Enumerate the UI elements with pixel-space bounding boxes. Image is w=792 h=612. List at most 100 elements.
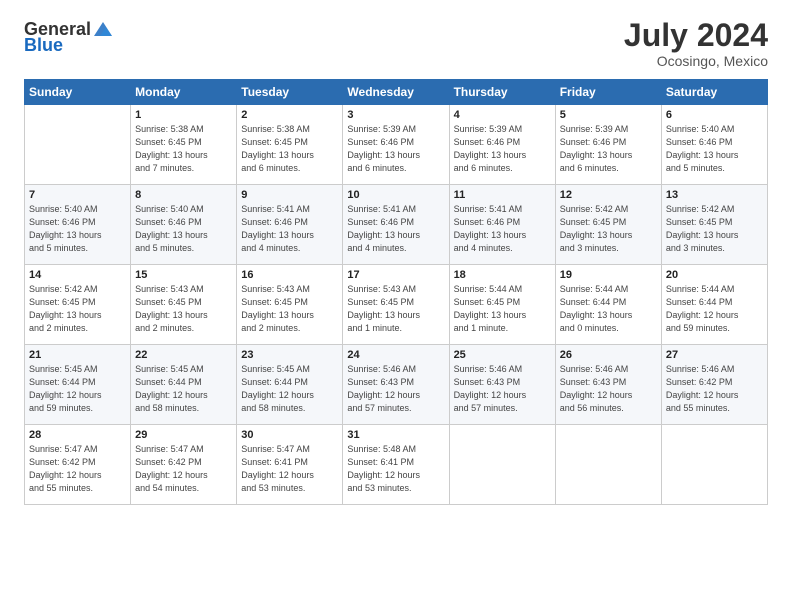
week-row-3: 14 Sunrise: 5:42 AMSunset: 6:45 PMDayligh… (25, 265, 768, 345)
calendar-cell (449, 425, 555, 505)
calendar-cell: 7 Sunrise: 5:40 AMSunset: 6:46 PMDaylight… (25, 185, 131, 265)
day-number: 31 (347, 429, 444, 441)
day-info: Sunrise: 5:44 AMSunset: 6:45 PMDaylight:… (454, 283, 551, 335)
day-info: Sunrise: 5:47 AMSunset: 6:42 PMDaylight:… (135, 443, 232, 495)
calendar-cell: 11 Sunrise: 5:41 AMSunset: 6:46 PMDayligh… (449, 185, 555, 265)
calendar-cell: 3Sunrise: 5:39 AMSunset: 6:46 PMDaylight… (343, 105, 449, 185)
calendar-cell: 13 Sunrise: 5:42 AMSunset: 6:45 PMDayligh… (661, 185, 767, 265)
calendar-cell: 30 Sunrise: 5:47 AMSunset: 6:41 PMDayligh… (237, 425, 343, 505)
week-row-2: 7 Sunrise: 5:40 AMSunset: 6:46 PMDaylight… (25, 185, 768, 265)
day-number: 27 (666, 349, 763, 361)
day-info: Sunrise: 5:45 AMSunset: 6:44 PMDaylight:… (29, 363, 126, 415)
month-year: July 2024 (624, 18, 768, 53)
calendar-cell: 15 Sunrise: 5:43 AMSunset: 6:45 PMDayligh… (131, 265, 237, 345)
day-number: 2 (241, 109, 338, 121)
calendar-cell: 16Sunrise: 5:43 AMSunset: 6:45 PMDayligh… (237, 265, 343, 345)
day-number: 13 (666, 189, 763, 201)
day-number: 25 (454, 349, 551, 361)
day-info: Sunrise: 5:42 AMSunset: 6:45 PMDaylight:… (560, 203, 657, 255)
day-number: 22 (135, 349, 232, 361)
calendar-cell: 17 Sunrise: 5:43 AMSunset: 6:45 PMDayligh… (343, 265, 449, 345)
day-number: 14 (29, 269, 126, 281)
day-header-thursday: Thursday (449, 80, 555, 105)
calendar-cell: 29 Sunrise: 5:47 AMSunset: 6:42 PMDayligh… (131, 425, 237, 505)
day-info: Sunrise: 5:41 AMSunset: 6:46 PMDaylight:… (454, 203, 551, 255)
day-header-tuesday: Tuesday (237, 80, 343, 105)
day-info: Sunrise: 5:40 AMSunset: 6:46 PMDaylight:… (666, 123, 763, 175)
day-number: 3 (347, 109, 444, 121)
day-number: 6 (666, 109, 763, 121)
day-number: 18 (454, 269, 551, 281)
calendar-cell: 2Sunrise: 5:38 AMSunset: 6:45 PMDaylight… (237, 105, 343, 185)
day-info: Sunrise: 5:41 AMSunset: 6:46 PMDaylight:… (241, 203, 338, 255)
calendar-cell: 26 Sunrise: 5:46 AMSunset: 6:43 PMDayligh… (555, 345, 661, 425)
title-block: July 2024 Ocosingo, Mexico (624, 18, 768, 69)
day-number: 15 (135, 269, 232, 281)
calendar-cell: 20 Sunrise: 5:44 AMSunset: 6:44 PMDayligh… (661, 265, 767, 345)
header-row: SundayMondayTuesdayWednesdayThursdayFrid… (25, 80, 768, 105)
day-number: 17 (347, 269, 444, 281)
calendar-cell: 19Sunrise: 5:44 AMSunset: 6:44 PMDayligh… (555, 265, 661, 345)
logo-icon (92, 18, 114, 40)
calendar-cell: 21Sunrise: 5:45 AMSunset: 6:44 PMDayligh… (25, 345, 131, 425)
day-info: Sunrise: 5:45 AMSunset: 6:44 PMDaylight:… (135, 363, 232, 415)
day-info: Sunrise: 5:46 AMSunset: 6:43 PMDaylight:… (454, 363, 551, 415)
day-number: 20 (666, 269, 763, 281)
day-number: 7 (29, 189, 126, 201)
day-info: Sunrise: 5:48 AMSunset: 6:41 PMDaylight:… (347, 443, 444, 495)
day-info: Sunrise: 5:44 AMSunset: 6:44 PMDaylight:… (666, 283, 763, 335)
calendar-cell (25, 105, 131, 185)
day-number: 1 (135, 109, 232, 121)
calendar-cell: 12 Sunrise: 5:42 AMSunset: 6:45 PMDayligh… (555, 185, 661, 265)
day-number: 26 (560, 349, 657, 361)
day-info: Sunrise: 5:40 AMSunset: 6:46 PMDaylight:… (135, 203, 232, 255)
page: General Blue July 2024 Ocosingo, Mexico … (0, 0, 792, 612)
week-row-1: 1 Sunrise: 5:38 AMSunset: 6:45 PMDaylight… (25, 105, 768, 185)
day-header-friday: Friday (555, 80, 661, 105)
day-info: Sunrise: 5:43 AMSunset: 6:45 PMDaylight:… (347, 283, 444, 335)
location: Ocosingo, Mexico (624, 53, 768, 69)
day-info: Sunrise: 5:43 AMSunset: 6:45 PMDaylight:… (241, 283, 338, 335)
calendar-cell: 14 Sunrise: 5:42 AMSunset: 6:45 PMDayligh… (25, 265, 131, 345)
day-info: Sunrise: 5:46 AMSunset: 6:42 PMDaylight:… (666, 363, 763, 415)
day-header-saturday: Saturday (661, 80, 767, 105)
day-header-sunday: Sunday (25, 80, 131, 105)
day-info: Sunrise: 5:46 AMSunset: 6:43 PMDaylight:… (560, 363, 657, 415)
calendar-cell: 25 Sunrise: 5:46 AMSunset: 6:43 PMDayligh… (449, 345, 555, 425)
day-info: Sunrise: 5:43 AMSunset: 6:45 PMDaylight:… (135, 283, 232, 335)
calendar-cell: 5Sunrise: 5:39 AMSunset: 6:46 PMDaylight… (555, 105, 661, 185)
day-info: Sunrise: 5:47 AMSunset: 6:41 PMDaylight:… (241, 443, 338, 495)
calendar-cell: 6 Sunrise: 5:40 AMSunset: 6:46 PMDaylight… (661, 105, 767, 185)
day-info: Sunrise: 5:40 AMSunset: 6:46 PMDaylight:… (29, 203, 126, 255)
logo-blue: Blue (24, 36, 63, 54)
day-number: 5 (560, 109, 657, 121)
day-info: Sunrise: 5:42 AMSunset: 6:45 PMDaylight:… (666, 203, 763, 255)
week-row-5: 28Sunrise: 5:47 AMSunset: 6:42 PMDayligh… (25, 425, 768, 505)
calendar-cell (555, 425, 661, 505)
day-info: Sunrise: 5:47 AMSunset: 6:42 PMDaylight:… (29, 443, 126, 495)
day-number: 29 (135, 429, 232, 441)
calendar-cell: 10Sunrise: 5:41 AMSunset: 6:46 PMDayligh… (343, 185, 449, 265)
day-info: Sunrise: 5:45 AMSunset: 6:44 PMDaylight:… (241, 363, 338, 415)
calendar-cell: 22 Sunrise: 5:45 AMSunset: 6:44 PMDayligh… (131, 345, 237, 425)
day-info: Sunrise: 5:38 AMSunset: 6:45 PMDaylight:… (135, 123, 232, 175)
day-header-monday: Monday (131, 80, 237, 105)
calendar-cell: 18 Sunrise: 5:44 AMSunset: 6:45 PMDayligh… (449, 265, 555, 345)
calendar-cell: 23 Sunrise: 5:45 AMSunset: 6:44 PMDayligh… (237, 345, 343, 425)
calendar-cell: 28Sunrise: 5:47 AMSunset: 6:42 PMDayligh… (25, 425, 131, 505)
day-number: 12 (560, 189, 657, 201)
day-info: Sunrise: 5:39 AMSunset: 6:46 PMDaylight:… (454, 123, 551, 175)
day-number: 30 (241, 429, 338, 441)
calendar-cell: 9 Sunrise: 5:41 AMSunset: 6:46 PMDaylight… (237, 185, 343, 265)
calendar-cell: 24Sunrise: 5:46 AMSunset: 6:43 PMDayligh… (343, 345, 449, 425)
calendar-cell: 8Sunrise: 5:40 AMSunset: 6:46 PMDaylight… (131, 185, 237, 265)
day-info: Sunrise: 5:42 AMSunset: 6:45 PMDaylight:… (29, 283, 126, 335)
day-number: 23 (241, 349, 338, 361)
calendar-cell: 27 Sunrise: 5:46 AMSunset: 6:42 PMDayligh… (661, 345, 767, 425)
day-header-wednesday: Wednesday (343, 80, 449, 105)
day-number: 11 (454, 189, 551, 201)
day-info: Sunrise: 5:46 AMSunset: 6:43 PMDaylight:… (347, 363, 444, 415)
calendar-cell: 1 Sunrise: 5:38 AMSunset: 6:45 PMDaylight… (131, 105, 237, 185)
day-number: 9 (241, 189, 338, 201)
day-number: 10 (347, 189, 444, 201)
